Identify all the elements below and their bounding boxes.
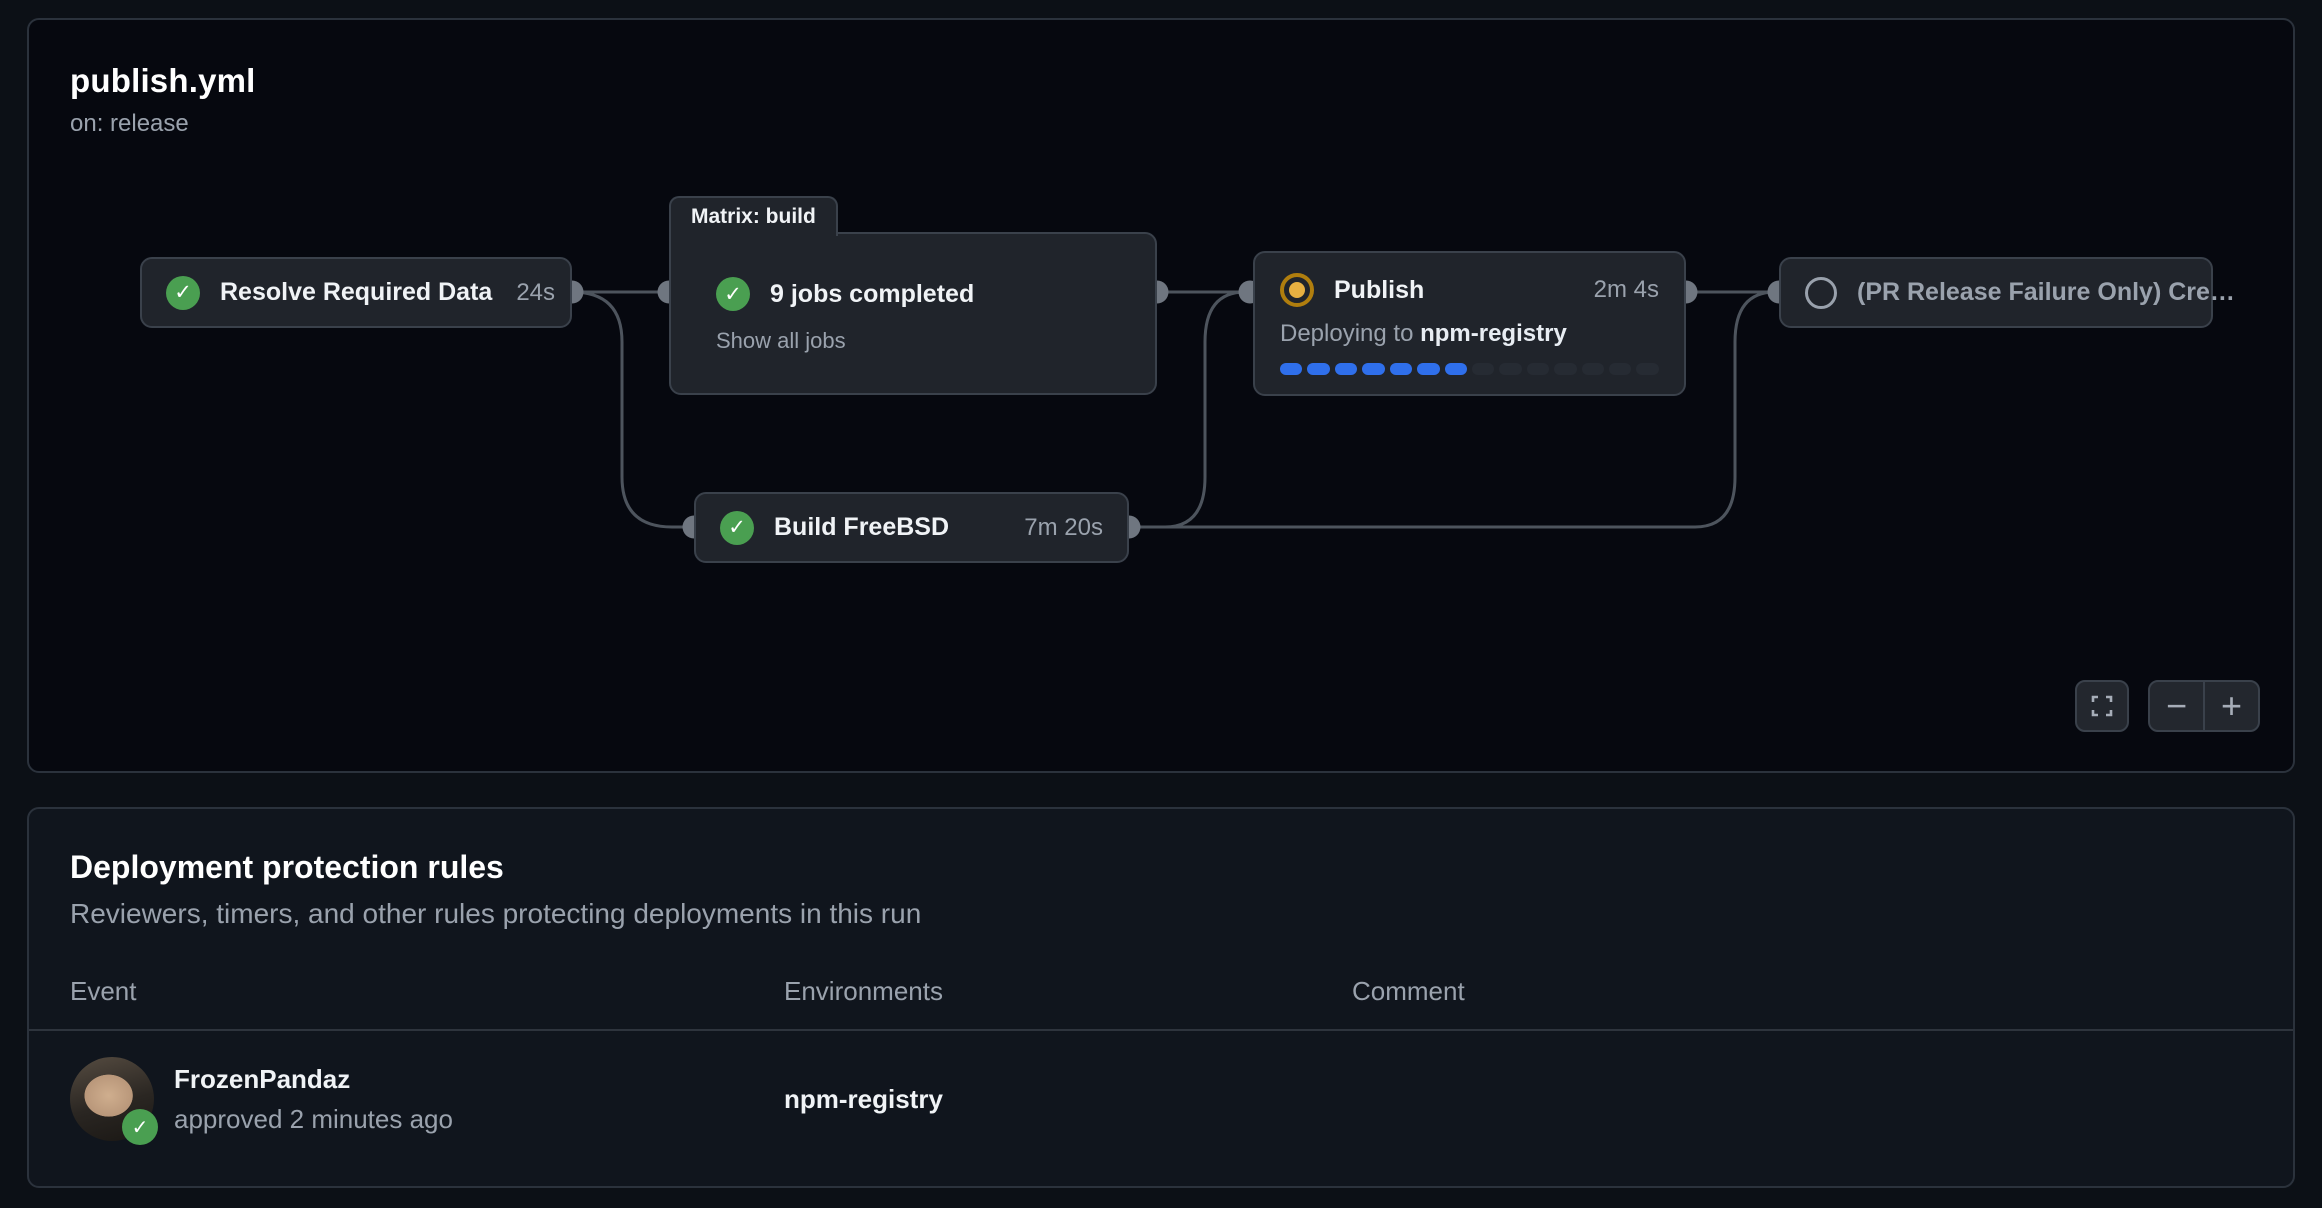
approval-timestamp: approved 2 minutes ago [174, 1104, 453, 1135]
progress-segment [1280, 363, 1302, 375]
progress-segment [1472, 363, 1494, 375]
job-node-pr-release-failure[interactable]: (PR Release Failure Only) Cre… [1779, 257, 2213, 328]
job-node-resolve-required-data[interactable]: ✓ Resolve Required Data 24s [140, 257, 572, 328]
progress-segment [1307, 363, 1329, 375]
avatar: ✓ [70, 1057, 154, 1141]
environment-name: npm-registry [784, 1084, 1352, 1115]
success-check-icon: ✓ [166, 276, 200, 310]
success-check-icon: ✓ [720, 511, 754, 545]
deploy-progress-bar [1280, 363, 1659, 375]
column-header-event: Event [70, 976, 784, 1007]
job-label: Publish [1334, 276, 1424, 305]
table-row: ✓ FrozenPandaz approved 2 minutes ago np… [70, 1031, 2252, 1167]
job-duration: 7m 20s [1000, 514, 1103, 542]
progress-segment [1636, 363, 1658, 375]
workflow-graph-panel: publish.yml on: release ✓ Resolve Requir… [27, 18, 2295, 773]
fit-to-window-icon [2090, 694, 2114, 718]
approved-check-badge-icon: ✓ [122, 1109, 158, 1145]
panel-title: Deployment protection rules [70, 849, 2252, 886]
job-label: Build FreeBSD [774, 513, 949, 542]
matrix-group-tab: Matrix: build [669, 196, 838, 236]
show-all-jobs-link[interactable]: Show all jobs [716, 328, 846, 354]
event-cell: ✓ FrozenPandaz approved 2 minutes ago [70, 1057, 784, 1141]
matrix-summary-label: 9 jobs completed [770, 280, 974, 309]
deploy-status-text: Deploying to npm-registry [1280, 320, 1659, 348]
column-header-comment: Comment [1352, 976, 2252, 1007]
progress-segment [1445, 363, 1467, 375]
job-node-build-freebsd[interactable]: ✓ Build FreeBSD 7m 20s [694, 492, 1129, 563]
workflow-graph-edges [29, 20, 2297, 775]
progress-segment [1390, 363, 1412, 375]
job-node-publish[interactable]: Publish 2m 4s Deploying to npm-registry [1253, 251, 1686, 396]
workflow-trigger: on: release [70, 110, 256, 138]
progress-segment [1527, 363, 1549, 375]
workflow-title: publish.yml [70, 62, 256, 100]
job-node-matrix-build[interactable]: ✓ 9 jobs completed Show all jobs [669, 232, 1157, 395]
zoom-out-button[interactable]: − [2150, 682, 2203, 730]
pending-circle-icon [1805, 277, 1837, 309]
table-header-row: Event Environments Comment [70, 976, 2252, 1007]
workflow-header: publish.yml on: release [70, 62, 256, 138]
panel-subtitle: Reviewers, timers, and other rules prote… [70, 898, 2252, 930]
column-header-environments: Environments [784, 976, 1352, 1007]
job-duration: 24s [492, 279, 555, 307]
success-check-icon: ✓ [716, 277, 750, 311]
progress-segment [1582, 363, 1604, 375]
job-label: Resolve Required Data [220, 278, 492, 307]
fit-to-window-button[interactable] [2075, 680, 2129, 732]
progress-segment [1609, 363, 1631, 375]
zoom-in-button[interactable]: + [2203, 682, 2258, 730]
progress-segment [1554, 363, 1576, 375]
progress-segment [1335, 363, 1357, 375]
job-label: (PR Release Failure Only) Cre… [1857, 278, 2235, 307]
deployment-protection-panel: Deployment protection rules Reviewers, t… [27, 807, 2295, 1188]
progress-segment [1417, 363, 1439, 375]
progress-segment [1499, 363, 1521, 375]
deploy-status-prefix: Deploying to [1280, 320, 1420, 347]
deploy-environment-name: npm-registry [1420, 320, 1567, 347]
zoom-controls: − + [2148, 680, 2260, 732]
approver-username: FrozenPandaz [174, 1064, 453, 1095]
in-progress-spinner-icon [1280, 273, 1314, 307]
progress-segment [1362, 363, 1384, 375]
matrix-tab-label: Matrix: build [691, 205, 816, 229]
job-duration: 2m 4s [1570, 276, 1659, 304]
